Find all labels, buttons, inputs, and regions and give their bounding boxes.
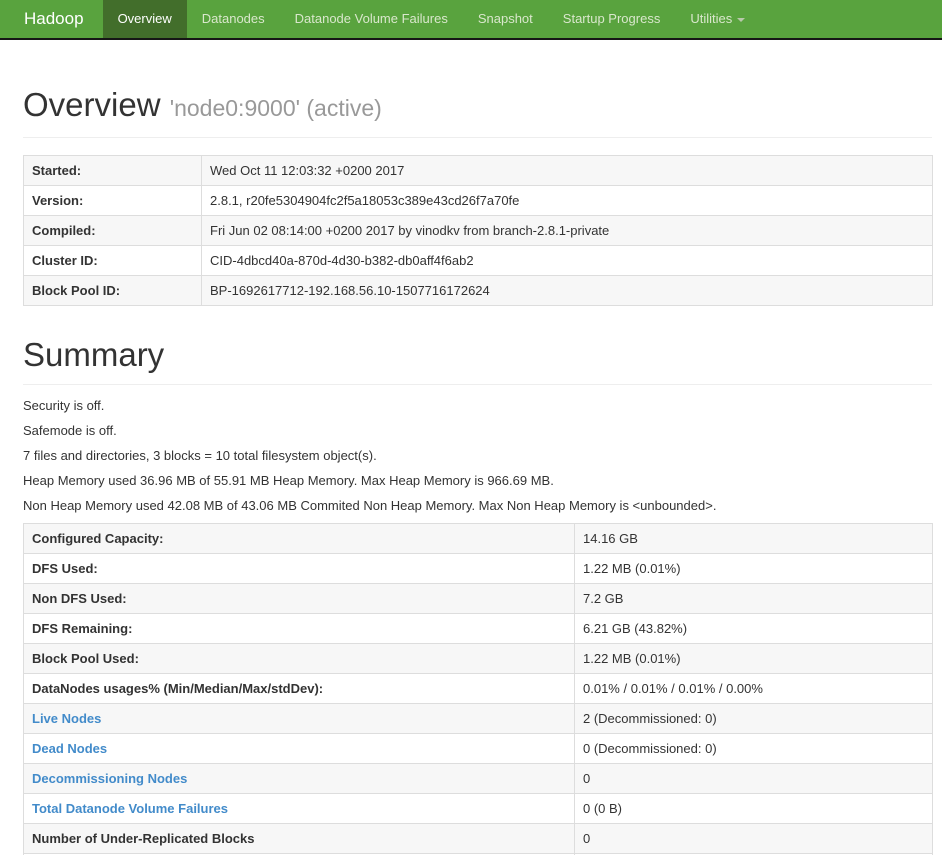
decommissioning-nodes-label: Decommissioning Nodes bbox=[23, 763, 575, 794]
table-row: DataNodes usages% (Min/Median/Max/stdDev… bbox=[23, 673, 933, 704]
datanodes-usages-min-median-max-stddev-value: 0.01% / 0.01% / 0.01% / 0.00% bbox=[574, 673, 933, 704]
brand-link[interactable]: Hadoop bbox=[0, 0, 99, 38]
nav-item-datanode-volume-failures[interactable]: Datanode Volume Failures bbox=[280, 0, 463, 38]
dead-nodes-label: Dead Nodes bbox=[23, 733, 575, 764]
compiled-label: Compiled: bbox=[23, 215, 202, 246]
summary-line: Non Heap Memory used 42.08 MB of 43.06 M… bbox=[23, 498, 717, 513]
summary-line: Safemode is off. bbox=[23, 423, 117, 438]
dfs-remaining-label: DFS Remaining: bbox=[23, 613, 575, 644]
dfs-remaining-value: 6.21 GB (43.82%) bbox=[574, 613, 933, 644]
table-row: Started: Wed Oct 11 12:03:32 +0200 2017 bbox=[23, 155, 933, 186]
table-row: DFS Remaining: 6.21 GB (43.82%) bbox=[23, 613, 933, 644]
configured-capacity-label: Configured Capacity: bbox=[23, 523, 575, 554]
table-row: Block Pool Used: 1.22 MB (0.01%) bbox=[23, 643, 933, 674]
table-row: Total Datanode Volume Failures 0 (0 B) bbox=[23, 793, 933, 824]
table-row: Non DFS Used: 7.2 GB bbox=[23, 583, 933, 614]
dead-nodes-link[interactable]: Dead Nodes bbox=[32, 741, 107, 756]
navbar-items: Overview Datanodes Datanode Volume Failure… bbox=[99, 0, 761, 38]
configured-capacity-value: 14.16 GB bbox=[574, 523, 933, 554]
total-datanode-volume-failures-link[interactable]: Total Datanode Volume Failures bbox=[32, 801, 228, 816]
page-title: Overview 'node0:9000' (active) bbox=[23, 87, 932, 126]
summary-title: Summary bbox=[23, 336, 165, 373]
total-datanode-volume-failures-value: 0 (0 B) bbox=[574, 793, 933, 824]
started-value: Wed Oct 11 12:03:32 +0200 2017 bbox=[201, 155, 933, 186]
compiled-value: Fri Jun 02 08:14:00 +0200 2017 by vinodk… bbox=[201, 215, 933, 246]
table-row: Block Pool ID: BP-1692617712-192.168.56.1… bbox=[23, 275, 933, 306]
number-of-under-replicated-blocks-value: 0 bbox=[574, 823, 933, 854]
number-of-under-replicated-blocks-label: Number of Under-Replicated Blocks bbox=[23, 823, 575, 854]
table-row: Number of Under-Replicated Blocks 0 bbox=[23, 823, 933, 854]
table-row: Cluster ID: CID-4dbcd40a-870d-4d30-b382-d… bbox=[23, 245, 933, 276]
table-row: Compiled: Fri Jun 02 08:14:00 +0200 2017 … bbox=[23, 215, 933, 246]
table-row: Decommissioning Nodes 0 bbox=[23, 763, 933, 794]
decommissioning-nodes-value: 0 bbox=[574, 763, 933, 794]
non-dfs-used-value: 7.2 GB bbox=[574, 583, 933, 614]
summary-line: 7 files and directories, 3 blocks = 10 t… bbox=[23, 448, 377, 463]
nav-item-startup-progress[interactable]: Startup Progress bbox=[548, 0, 676, 38]
page-title-text: Overview bbox=[23, 86, 161, 123]
page-content: Overview 'node0:9000' (active) Started: W… bbox=[0, 87, 942, 855]
live-nodes-label: Live Nodes bbox=[23, 703, 575, 734]
block-pool-id-label: Block Pool ID: bbox=[23, 275, 202, 306]
summary-line: Security is off. bbox=[23, 398, 105, 413]
table-row: Live Nodes 2 (Decommissioned: 0) bbox=[23, 703, 933, 734]
live-nodes-link[interactable]: Live Nodes bbox=[32, 711, 101, 726]
dfs-used-label: DFS Used: bbox=[23, 553, 575, 584]
block-pool-id-value: BP-1692617712-192.168.56.10-150771617262… bbox=[201, 275, 933, 306]
version-label: Version: bbox=[23, 185, 202, 216]
navbar: Hadoop Overview Datanodes Datanode Volume … bbox=[0, 0, 942, 40]
summary-table: Configured Capacity: 14.16 GB DFS Used: 1.2… bbox=[23, 523, 933, 855]
nav-item-datanodes[interactable]: Datanodes bbox=[187, 0, 280, 38]
nav-item-snapshot[interactable]: Snapshot bbox=[463, 0, 548, 38]
summary-line: Heap Memory used 36.96 MB of 55.91 MB He… bbox=[23, 473, 554, 488]
nav-item-utilities[interactable]: Utilities bbox=[675, 0, 760, 38]
cluster-id-value: CID-4dbcd40a-870d-4d30-b382-db0aff4f6ab2 bbox=[201, 245, 933, 276]
block-pool-used-label: Block Pool Used: bbox=[23, 643, 575, 674]
info-table: Started: Wed Oct 11 12:03:32 +0200 2017 Ve… bbox=[23, 155, 933, 306]
decommissioning-nodes-link[interactable]: Decommissioning Nodes bbox=[32, 771, 187, 786]
overview-header: Overview 'node0:9000' (active) bbox=[23, 87, 932, 138]
caret-down-icon bbox=[737, 17, 746, 22]
total-datanode-volume-failures-label: Total Datanode Volume Failures bbox=[23, 793, 575, 824]
summary-paragraphs: Security is off. Safemode is off. 7 files … bbox=[23, 398, 932, 513]
table-row: Dead Nodes 0 (Decommissioned: 0) bbox=[23, 733, 933, 764]
started-label: Started: bbox=[23, 155, 202, 186]
datanodes-usages-min-median-max-stddev-label: DataNodes usages% (Min/Median/Max/stdDev… bbox=[23, 673, 575, 704]
non-dfs-used-label: Non DFS Used: bbox=[23, 583, 575, 614]
table-row: Configured Capacity: 14.16 GB bbox=[23, 523, 933, 554]
version-value: 2.8.1, r20fe5304904fc2f5a18053c389e43cd2… bbox=[201, 185, 933, 216]
table-row: DFS Used: 1.22 MB (0.01%) bbox=[23, 553, 933, 584]
cluster-id-label: Cluster ID: bbox=[23, 245, 202, 276]
table-row: Version: 2.8.1, r20fe5304904fc2f5a18053c3… bbox=[23, 185, 933, 216]
nav-item-overview[interactable]: Overview bbox=[102, 0, 187, 38]
live-nodes-value: 2 (Decommissioned: 0) bbox=[574, 703, 933, 734]
page-subtitle: 'node0:9000' (active) bbox=[169, 95, 382, 121]
dfs-used-value: 1.22 MB (0.01%) bbox=[574, 553, 933, 584]
block-pool-used-value: 1.22 MB (0.01%) bbox=[574, 643, 933, 674]
dead-nodes-value: 0 (Decommissioned: 0) bbox=[574, 733, 933, 764]
summary-header: Summary bbox=[23, 337, 932, 385]
